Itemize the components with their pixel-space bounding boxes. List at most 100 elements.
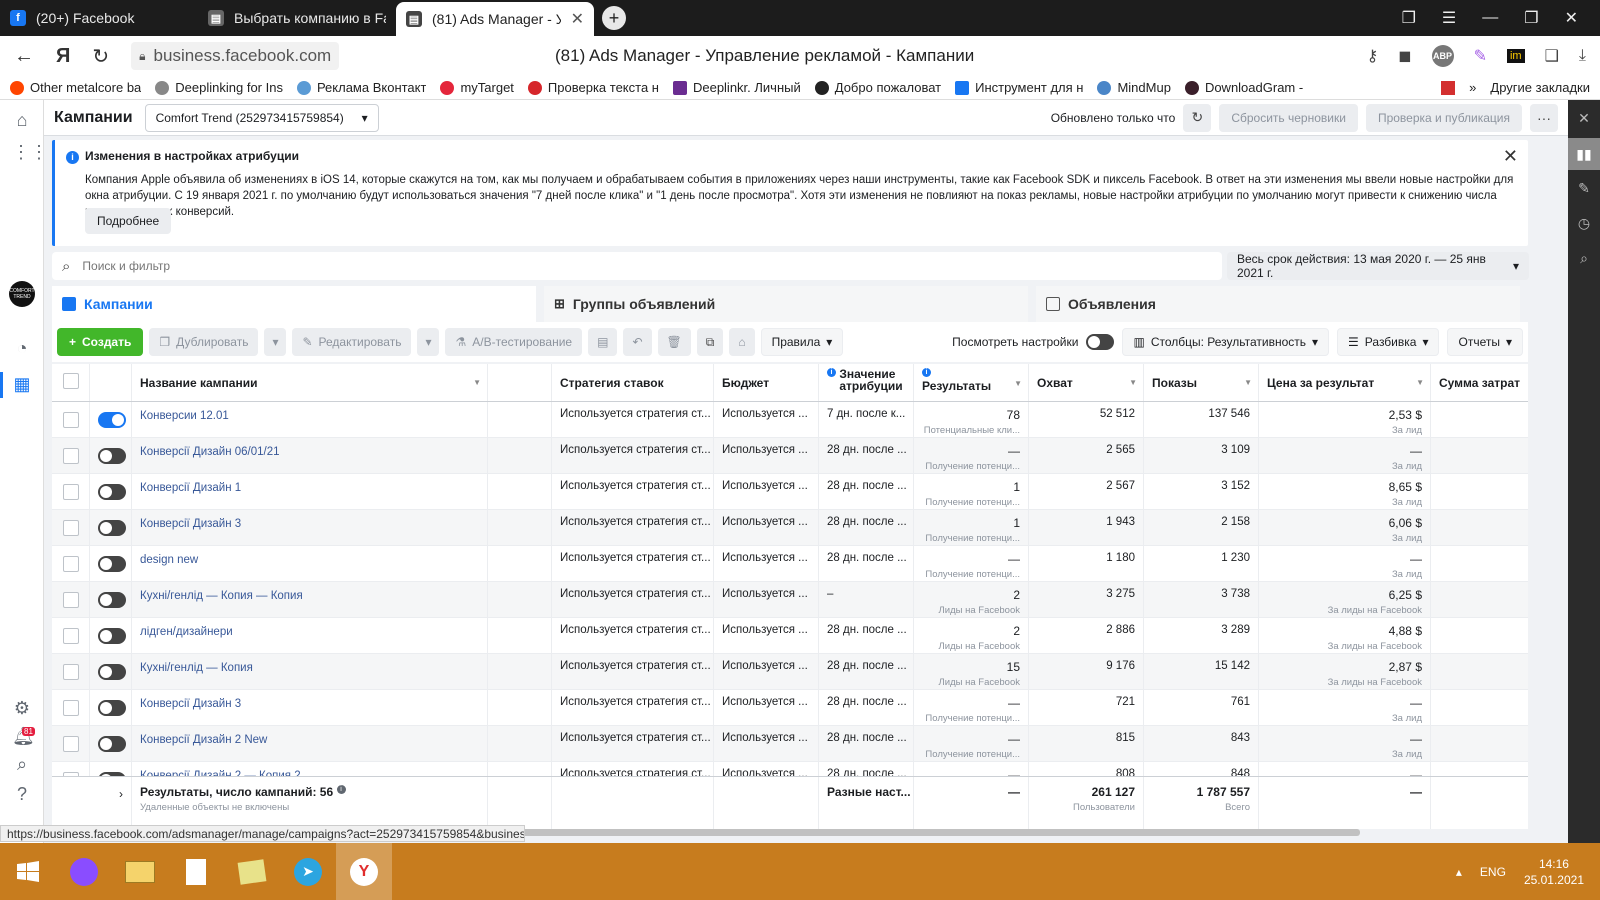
bookmark-item[interactable]: MindMup [1097,80,1171,95]
row-checkbox[interactable] [62,700,79,716]
clock[interactable]: 14:16 25.01.2021 [1524,856,1584,888]
row-checkbox[interactable] [62,556,79,572]
search-filter-bar[interactable]: ⌕ [52,252,1222,280]
bookmark-panel-icon[interactable]: ❐ [1402,8,1416,28]
horizontal-scrollbar[interactable] [520,829,1360,836]
new-tab-button[interactable]: + [602,6,626,30]
browser-tab-select-company[interactable]: ▤ Выбрать компанию в Face [198,0,396,36]
campaign-name-link[interactable]: design new [140,554,198,566]
sticky-notes-icon[interactable] [224,843,280,900]
file-explorer-icon[interactable] [112,843,168,900]
chevron-right-icon[interactable]: » [1469,80,1476,95]
ab-test-button[interactable]: ⚗ A/B-тестирование [445,328,583,356]
bookmark-item[interactable]: Реклама Вконтакт [296,80,426,95]
table-row[interactable]: Кухні/генлід — Копия Используется стратег… [52,654,1528,690]
campaign-toggle[interactable] [98,412,126,428]
key-icon[interactable]: ⚷ [1367,46,1379,66]
gauge-icon[interactable]: ◔ [12,338,32,358]
date-range-picker[interactable]: Весь срок действия: 13 мая 2020 г. — 25 … [1227,252,1529,280]
bookmark-item[interactable]: Добро пожаловат [814,80,941,95]
edit-dropdown[interactable]: ▾ [417,328,440,356]
campaign-toggle[interactable] [98,700,126,716]
row-checkbox[interactable] [62,628,79,644]
archive-button[interactable]: ▤ [588,328,618,356]
table-row[interactable]: Конверсии 12.01 Используется стратегия ст… [52,402,1528,438]
table-row[interactable]: лідген/дизайнери Используется стратегия с… [52,618,1528,654]
campaign-toggle[interactable] [98,664,126,680]
rules-button[interactable]: Правила ▾ [760,328,844,356]
duplicate-button[interactable]: ❐ Дублировать [149,328,259,356]
bookmark-icon[interactable]: ◼ [1398,46,1411,66]
table-row[interactable]: design new Используется стратегия ст... Ис… [52,546,1528,582]
table-row[interactable]: Конверсії Дизайн 06/01/21 Используется ст… [52,438,1528,474]
header-campaign-name[interactable]: Название кампании ▼ [132,364,488,401]
close-window-icon[interactable]: ✕ [1565,8,1578,28]
bookmark-item[interactable]: myTarget [440,80,514,95]
header-reach[interactable]: Охват ▼ [1029,364,1144,401]
reports-button[interactable]: Отчеты ▾ [1447,328,1523,356]
row-checkbox[interactable] [62,448,79,464]
close-sidebar-icon[interactable]: ✕ [1568,110,1600,127]
header-bid-strategy[interactable]: Стратегия ставок [552,364,714,401]
table-row[interactable]: Конверсії Дизайн 3 Используется стратегия… [52,510,1528,546]
header-amount-spent[interactable]: Сумма затрат [1431,364,1528,401]
bookmark-item[interactable]: Инструмент для н [955,80,1083,95]
bookmark-item[interactable]: Deeplinkr. Личный [672,80,801,95]
row-checkbox[interactable] [62,520,79,536]
browser-tab-facebook[interactable]: f (20+) Facebook [0,0,198,36]
campaign-toggle[interactable] [98,592,126,608]
duplicate-dropdown[interactable]: ▾ [264,328,287,356]
table-row[interactable]: Кухні/генлід — Копия — Копия Используется… [52,582,1528,618]
back-arrow-icon[interactable]: ← [14,45,34,68]
reload-icon[interactable]: ↻ [92,44,109,69]
header-cost-per-result[interactable]: Цена за результат ▼ [1259,364,1431,401]
alice-icon[interactable] [56,843,112,900]
yandex-logo-icon[interactable]: Я [56,45,70,68]
windows-start-icon[interactable] [0,843,56,900]
tab-campaigns[interactable]: Кампании [52,286,536,322]
create-button[interactable]: + Создать [57,328,144,356]
learn-more-button[interactable]: Подробнее [85,208,172,234]
select-all-checkbox[interactable] [62,373,79,389]
campaign-name-link[interactable]: Кухні/генлід — Копия — Копия [140,590,303,602]
close-icon[interactable]: ✕ [1503,146,1518,167]
account-logo[interactable]: COMFORT TREND [9,281,35,307]
campaign-name-link[interactable]: Кухні/генлід — Копия [140,662,253,674]
document-icon[interactable] [168,843,224,900]
tab-ad-sets[interactable]: ⊞ Группы объявлений [544,286,1028,322]
telegram-icon[interactable]: ➤ [280,843,336,900]
refresh-button[interactable]: ↻ [1183,103,1212,132]
im-extension-icon[interactable]: im [1506,49,1525,63]
table-row[interactable]: Конверсії Дизайн 2 New Используется страт… [52,726,1528,762]
campaign-name-link[interactable]: Конверсії Дизайн 06/01/21 [140,446,280,458]
campaign-toggle[interactable] [98,448,126,464]
history-icon[interactable]: ◷ [1568,215,1600,232]
table-view-icon[interactable]: ▦ [12,374,32,394]
campaign-name-link[interactable]: Конверсії Дизайн 3 [140,518,241,530]
home-icon[interactable]: ⌂ [12,110,32,130]
search-input[interactable] [82,259,1212,273]
collections-icon[interactable]: ❑ [1545,46,1559,66]
columns-button[interactable]: ▥ Столбцы: Результативность ▾ [1122,328,1330,356]
bookmark-item-red-icon[interactable] [1441,80,1456,95]
edit-button[interactable]: ✎ Редактировать [292,328,412,356]
help-icon[interactable]: ? [12,784,32,804]
more-options-button[interactable]: ··· [1530,103,1558,132]
row-checkbox[interactable] [62,664,79,680]
row-checkbox[interactable] [62,736,79,752]
campaign-toggle[interactable] [98,484,126,500]
tray-arrow-icon[interactable]: ▴ [1456,865,1462,879]
other-bookmarks[interactable]: Другие закладки [1490,80,1590,95]
undo-button[interactable]: ↶ [623,328,652,356]
review-publish-button[interactable]: Проверка и публикация [1365,103,1522,132]
apps-grid-icon[interactable]: ⋮⋮⋮ [12,142,66,162]
bookmark-item[interactable]: DownloadGram - [1184,80,1303,95]
row-checkbox[interactable] [62,412,79,428]
campaign-toggle[interactable] [98,556,126,572]
campaign-toggle[interactable] [98,736,126,752]
campaign-name-link[interactable]: Конверсії Дизайн 3 [140,698,241,710]
adblock-icon[interactable]: ABP [1431,45,1454,67]
discard-drafts-button[interactable]: Сбросить черновики [1219,103,1358,132]
browser-tab-ads-manager[interactable]: ▤ (81) Ads Manager - Упр ✕ [396,2,594,36]
search-icon[interactable]: ⌕ [1568,250,1600,267]
